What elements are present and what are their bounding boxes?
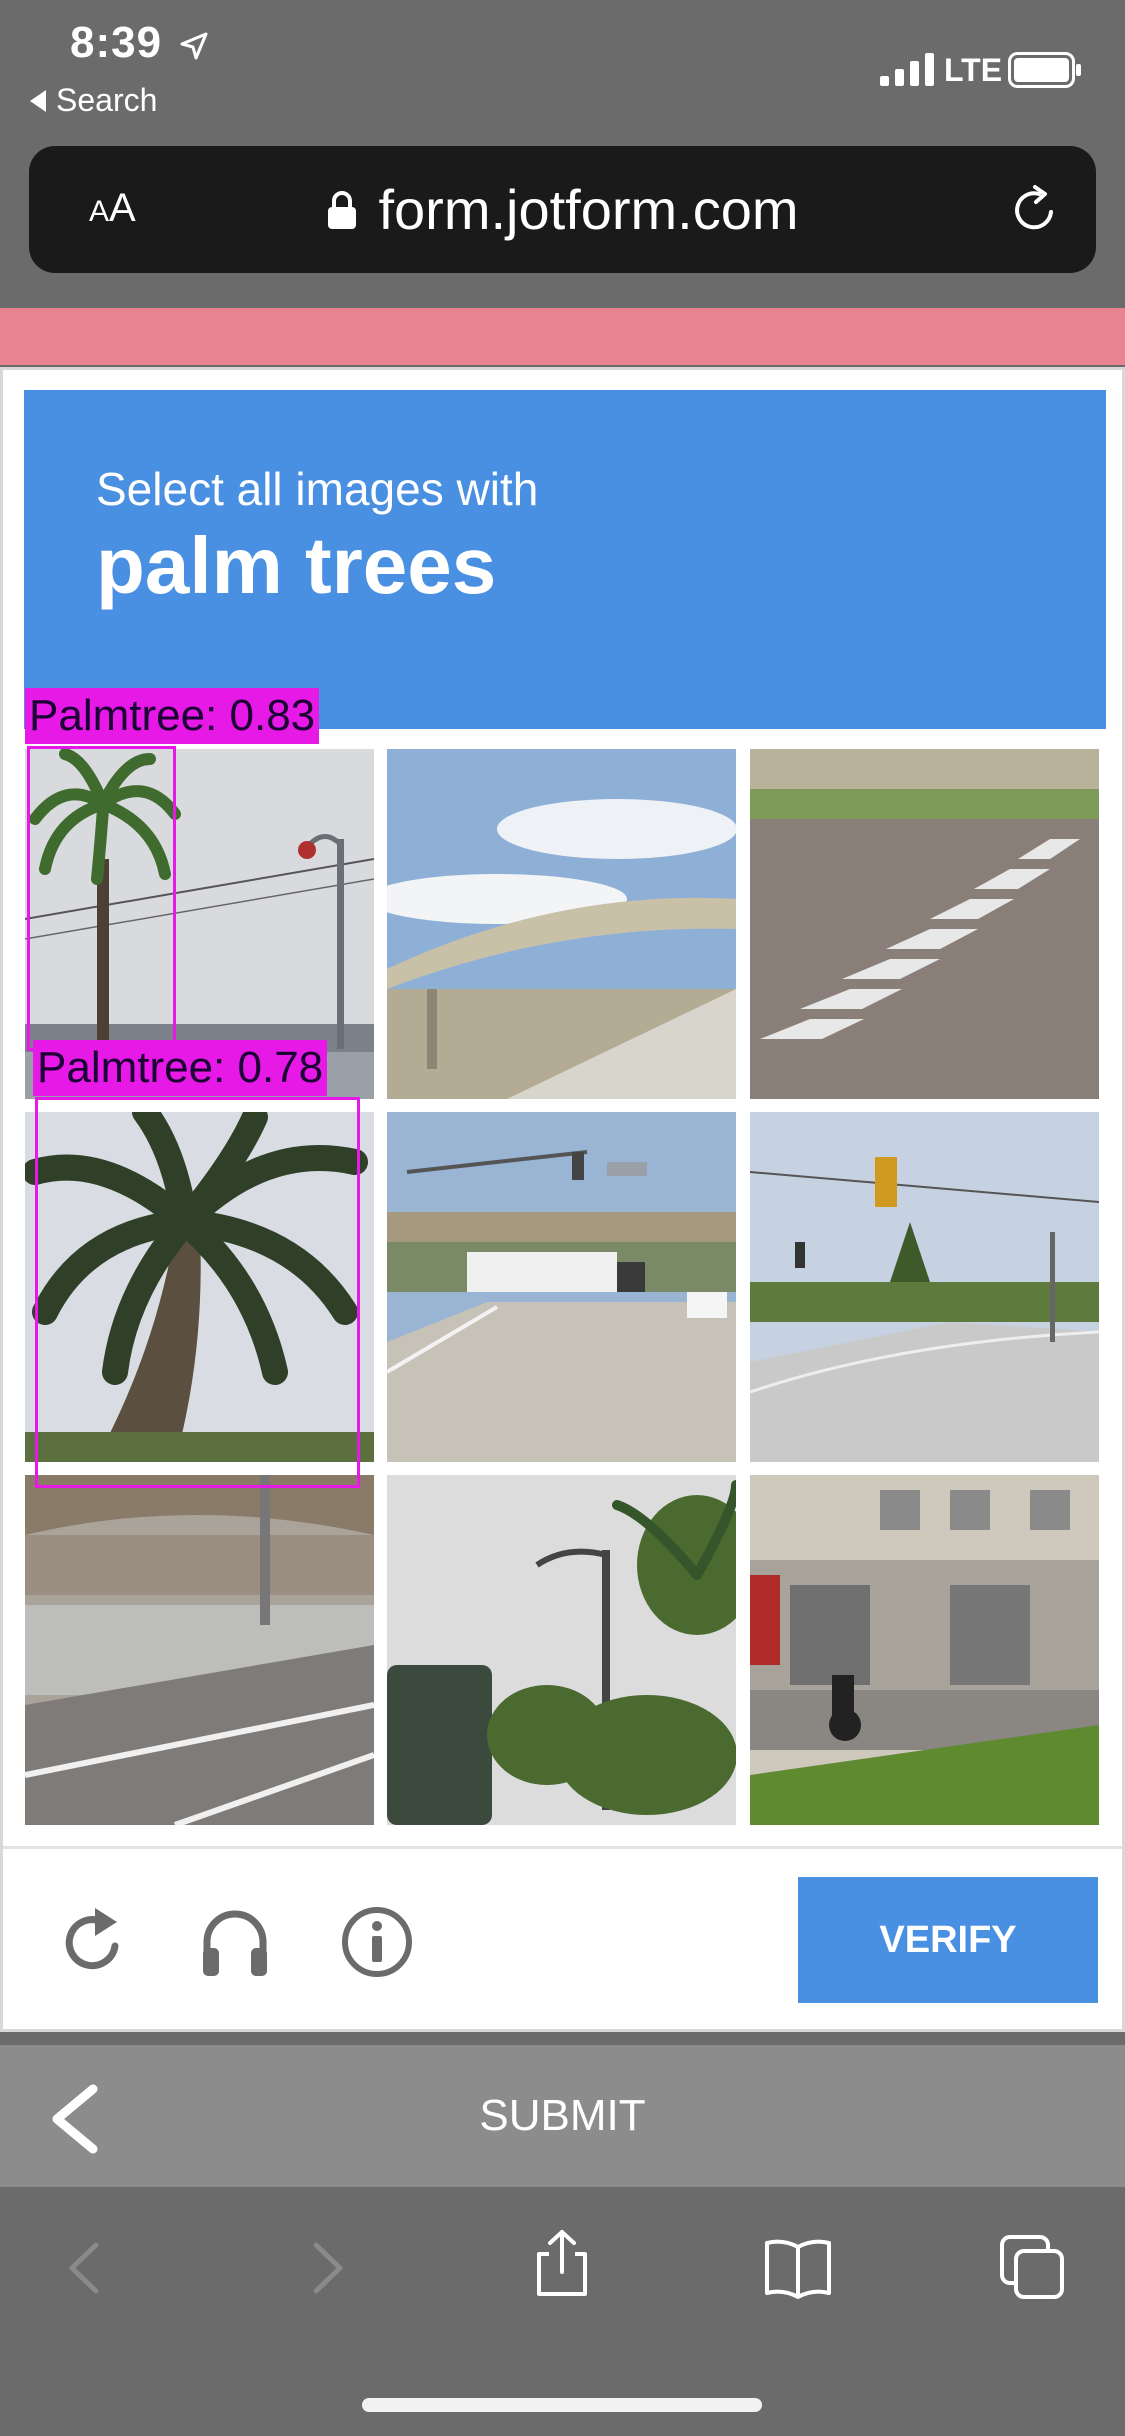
detection-box-1: [27, 746, 176, 1051]
captcha-tile-5[interactable]: [387, 1112, 736, 1462]
url-display[interactable]: form.jotform.com: [29, 146, 1096, 273]
detection-label-1: Palmtree: 0.83: [25, 688, 320, 744]
address-bar[interactable]: AA form.jotform.com: [29, 146, 1096, 273]
captcha-tile-7[interactable]: [25, 1475, 374, 1825]
captcha-tile-8[interactable]: [387, 1475, 736, 1825]
share-icon[interactable]: [527, 2228, 597, 2298]
captcha-tile-3[interactable]: [750, 749, 1099, 1099]
network-type-label: LTE: [944, 52, 1003, 88]
detection-box-2: [35, 1097, 360, 1488]
captcha-tile-2[interactable]: [387, 749, 736, 1099]
captcha-tile-6[interactable]: [750, 1112, 1099, 1462]
captcha-target-object: palm trees: [96, 521, 497, 610]
cellular-signal-icon: [880, 53, 934, 86]
form-header-band: [0, 308, 1125, 365]
captcha-toolbar-divider: [3, 1846, 1122, 1849]
battery-icon: [1008, 52, 1081, 88]
captcha-header: Select all images with palm trees: [24, 390, 1106, 729]
location-arrow-icon: [180, 32, 208, 60]
captcha-tile-9[interactable]: [750, 1475, 1099, 1825]
bookmarks-icon[interactable]: [763, 2233, 833, 2303]
reload-icon[interactable]: [1009, 184, 1061, 236]
browser-forward-icon[interactable]: [292, 2233, 362, 2303]
refresh-challenge-icon[interactable]: [55, 1904, 131, 1980]
verify-button[interactable]: VERIFY: [798, 1877, 1098, 2003]
status-time: 8:39: [70, 18, 163, 67]
form-back-chevron-icon[interactable]: [45, 2083, 105, 2155]
back-triangle-icon: [30, 89, 46, 112]
tabs-icon[interactable]: [998, 2233, 1068, 2303]
info-icon[interactable]: [339, 1904, 415, 1980]
back-to-search-link[interactable]: Search: [30, 82, 157, 119]
submit-button[interactable]: SUBMIT: [0, 2045, 1125, 2187]
captcha-prompt-line: Select all images with: [96, 463, 539, 515]
url-text: form.jotform.com: [378, 178, 799, 241]
back-to-search-label: Search: [56, 82, 158, 118]
browser-back-icon[interactable]: [50, 2233, 120, 2303]
status-bar: 8:39 Search LTE: [0, 0, 1125, 140]
lock-icon: [328, 190, 357, 229]
form-submit-bar: SUBMIT: [0, 2045, 1125, 2187]
home-indicator[interactable]: [362, 2398, 762, 2412]
detection-label-2: Palmtree: 0.78: [33, 1040, 328, 1096]
audio-challenge-icon[interactable]: [197, 1904, 273, 1980]
